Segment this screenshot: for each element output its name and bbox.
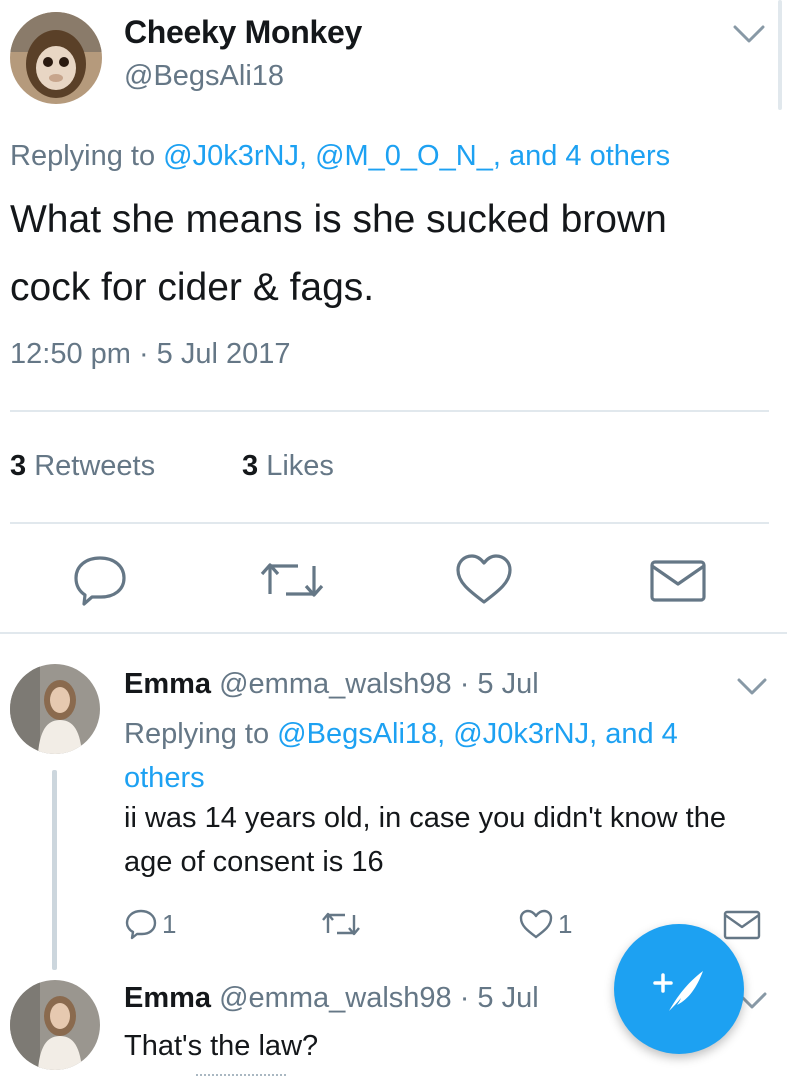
reply-author-name[interactable]: Emma (124, 668, 211, 700)
divider (10, 410, 769, 412)
likes-stat[interactable]: 3 Likes (242, 450, 334, 483)
retweet-button[interactable] (254, 552, 330, 608)
reply-replying-to-line: Replying to @BegsAli18, @J0k3rNJ, and 4 … (124, 712, 764, 800)
chevron-down-icon[interactable] (732, 22, 766, 46)
reply-count: 1 (162, 908, 177, 939)
chevron-down-icon[interactable] (736, 676, 768, 698)
mention-link-2[interactable]: @M_0_O_N_, (315, 140, 501, 172)
avatar-emma[interactable] (10, 664, 100, 754)
replying-prefix: Replying to (10, 140, 164, 172)
truncated-content (196, 1074, 286, 1080)
compose-feather-icon (653, 971, 703, 1011)
replying-to-line: Replying to @J0k3rNJ, @M_0_O_N_, and 4 o… (10, 140, 670, 173)
replying-prefix: Replying to (124, 718, 278, 750)
divider (0, 632, 787, 634)
heart-icon (519, 909, 553, 939)
thread-connector-line (52, 770, 57, 970)
reply-date: · 5 Jul (459, 668, 539, 700)
direct-message-button[interactable] (646, 556, 710, 606)
retweets-count: 3 (10, 450, 27, 482)
avatar-emma[interactable] (10, 980, 100, 1070)
reply-author-handle[interactable]: @emma_walsh98 (219, 982, 452, 1014)
heart-icon (456, 554, 512, 604)
avatar-cheeky-monkey[interactable] (10, 12, 102, 104)
scrollbar (778, 0, 782, 110)
likes-label: Likes (266, 450, 334, 482)
retweet-icon (322, 912, 360, 936)
envelope-icon (650, 560, 706, 602)
like-count: 1 (558, 908, 573, 939)
compose-tweet-button[interactable] (614, 924, 744, 1054)
reply-header: Emma @emma_walsh98 · 5 Jul (124, 668, 539, 701)
author-name[interactable]: Cheeky Monkey (124, 14, 362, 51)
tweet-text: What she means is she sucked brown cock … (10, 198, 667, 309)
reply-button[interactable] (68, 548, 132, 612)
reply-header: Emma @emma_walsh98 · 5 Jul (124, 982, 539, 1015)
like-button[interactable] (452, 550, 516, 610)
reply-like-button[interactable]: 1 (518, 906, 572, 942)
envelope-icon (723, 910, 761, 940)
author-handle[interactable]: @BegsAli18 (124, 60, 284, 93)
reply-author-handle[interactable]: @emma_walsh98 (219, 668, 452, 700)
reply-text: That's the law? (124, 1030, 319, 1062)
tweet-timestamp: 12:50 pm · 5 Jul 2017 (10, 338, 291, 370)
reply-author-name[interactable]: Emma (124, 982, 211, 1014)
reply-dm-button[interactable] (722, 908, 762, 942)
comment-bubble-icon (125, 909, 157, 940)
mention-link-1[interactable]: @J0k3rNJ, (163, 140, 307, 172)
tweet-detail-screen: Cheeky Monkey @BegsAli18 Replying to @J0… (0, 0, 787, 1080)
reply-text: ii was 14 years old, in case you didn't … (124, 802, 726, 878)
divider (10, 522, 769, 524)
comment-bubble-icon (74, 556, 126, 606)
reply-reply-button[interactable]: 1 (124, 906, 176, 942)
retweets-label: Retweets (34, 450, 156, 482)
reply-date: · 5 Jul (459, 982, 539, 1014)
reply-retweet-button[interactable] (318, 906, 364, 942)
retweets-stat[interactable]: 3 Retweets (10, 450, 155, 483)
likes-count: 3 (242, 450, 259, 482)
mention-others-link[interactable]: and 4 others (509, 140, 670, 172)
retweet-icon (260, 563, 324, 597)
